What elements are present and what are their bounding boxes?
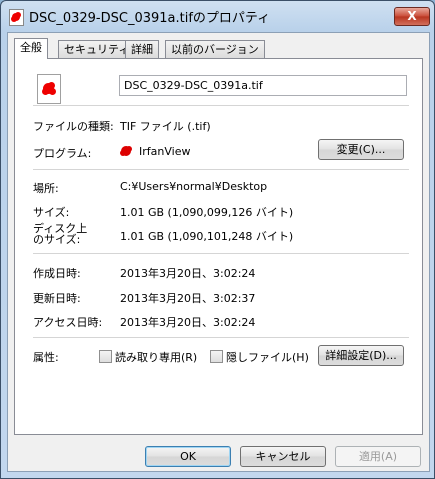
- size-value: 1.01 GB (1,090,099,126 バイト): [120, 206, 294, 219]
- separator: [33, 253, 409, 254]
- ok-button[interactable]: OK: [145, 446, 231, 467]
- created-label: 作成日時:: [33, 267, 81, 280]
- tab-security[interactable]: セキュリティ: [58, 40, 136, 58]
- advanced-button[interactable]: 詳細設定(D)...: [318, 345, 404, 366]
- accessed-value: 2013年3月20日、3:02:24: [120, 316, 256, 329]
- title-bar[interactable]: DSC_0329-DSC_0391a.tifのプロパティ X: [1, 1, 434, 31]
- tif-file-icon: [9, 9, 24, 26]
- separator: [33, 105, 409, 106]
- program-label: プログラム:: [33, 147, 92, 160]
- cancel-button[interactable]: キャンセル: [240, 446, 326, 467]
- file-type-value: TIF ファイル (.tif): [120, 120, 211, 133]
- attributes-label: 属性:: [33, 351, 59, 364]
- file-name-field[interactable]: DSC_0329-DSC_0391a.tif: [119, 75, 407, 96]
- created-value: 2013年3月20日、3:02:24: [120, 267, 256, 280]
- tif-file-icon: [37, 74, 61, 104]
- hidden-checkbox[interactable]: [210, 350, 223, 363]
- tab-previous-versions[interactable]: 以前のバージョン: [165, 40, 265, 58]
- separator: [33, 337, 409, 338]
- tab-general[interactable]: 全般: [14, 38, 48, 59]
- readonly-checkbox[interactable]: [99, 350, 112, 363]
- general-panel: DSC_0329-DSC_0391a.tif ファイルの種類: TIF ファイル…: [14, 58, 423, 435]
- modified-value: 2013年3月20日、3:02:37: [120, 292, 256, 305]
- program-value: IrfanView: [139, 145, 191, 158]
- location-value: C:¥Users¥normal¥Desktop: [120, 180, 268, 193]
- modified-label: 更新日時:: [33, 292, 81, 305]
- readonly-label[interactable]: 読み取り専用(R): [115, 349, 197, 365]
- change-program-button[interactable]: 変更(C)...: [318, 139, 404, 160]
- file-type-label: ファイルの種類:: [33, 120, 114, 133]
- close-button[interactable]: X: [394, 7, 430, 26]
- irfanview-icon: [119, 144, 133, 158]
- separator: [33, 169, 409, 170]
- disk-size-label: ディスク上 のサイズ:: [33, 222, 88, 246]
- apply-button[interactable]: 適用(A): [335, 446, 421, 467]
- hidden-label[interactable]: 隠しファイル(H): [226, 349, 309, 365]
- size-label: サイズ:: [33, 206, 70, 219]
- accessed-label: アクセス日時:: [33, 316, 103, 329]
- properties-window: DSC_0329-DSC_0391a.tifのプロパティ X 全般 セキュリティ…: [0, 0, 435, 479]
- window-title: DSC_0329-DSC_0391a.tifのプロパティ: [29, 11, 271, 26]
- location-label: 場所:: [33, 182, 59, 195]
- disk-size-value: 1.01 GB (1,090,101,248 バイト): [120, 230, 294, 243]
- tab-details[interactable]: 詳細: [125, 40, 159, 58]
- dialog-client: 全般 セキュリティ 詳細 以前のバージョン DSC_0329-DSC_0391a…: [7, 32, 430, 472]
